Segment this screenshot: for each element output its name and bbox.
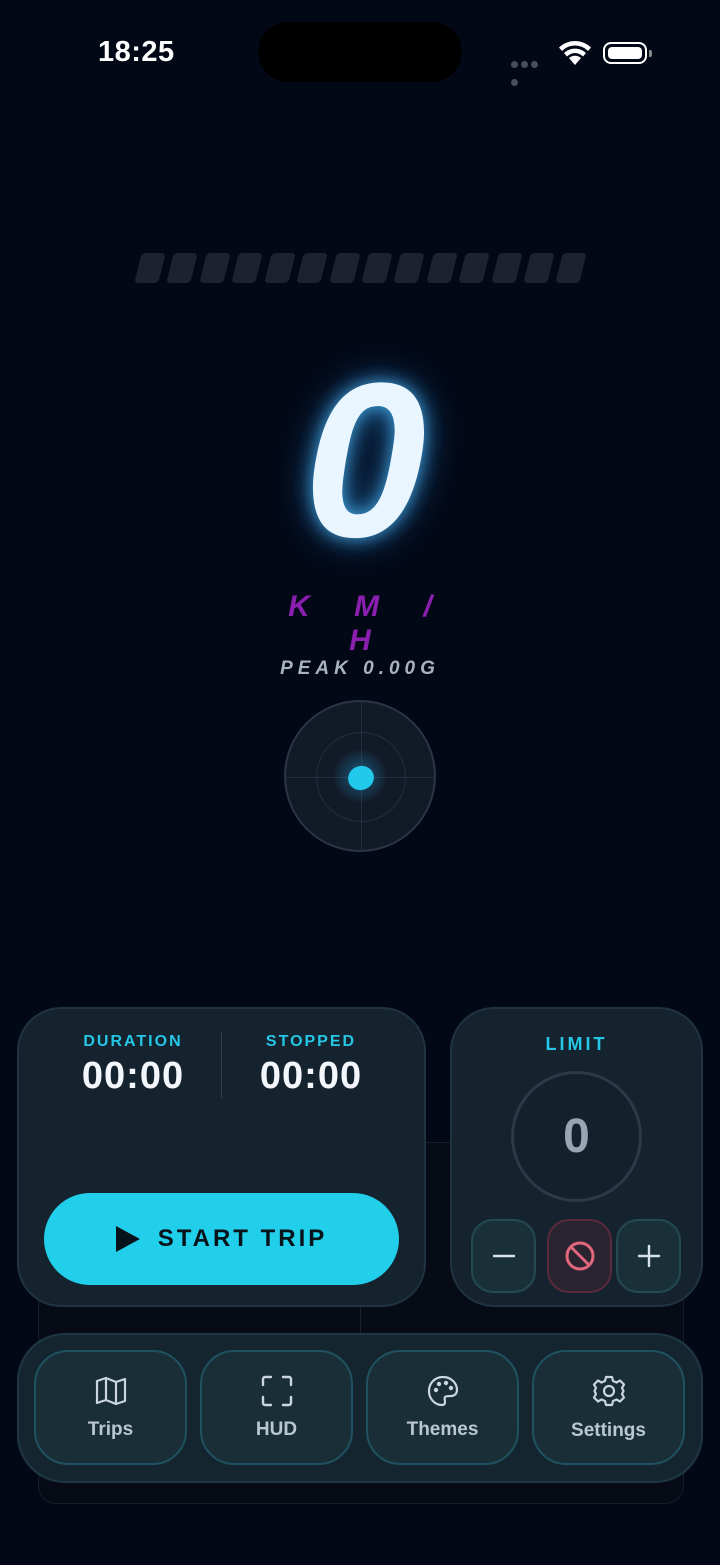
prohibited-icon bbox=[565, 1241, 594, 1271]
speed-segment bbox=[393, 253, 426, 283]
limit-dial[interactable]: 0 bbox=[511, 1071, 642, 1202]
speed-segment bbox=[490, 253, 523, 283]
start-trip-button[interactable]: START TRIP bbox=[44, 1193, 399, 1285]
tab-label: HUD bbox=[255, 1418, 298, 1440]
gear-icon bbox=[592, 1375, 625, 1406]
stopped-label: STOPPED bbox=[265, 1033, 357, 1050]
limit-value: 0 bbox=[563, 1110, 590, 1163]
minus-icon bbox=[492, 1254, 515, 1258]
stopped-stat: STOPPED 00:00 bbox=[222, 1033, 400, 1098]
limit-increase-button[interactable] bbox=[616, 1219, 681, 1293]
start-trip-label: START TRIP bbox=[157, 1225, 328, 1252]
tab-label: Settings bbox=[571, 1419, 646, 1441]
dynamic-island bbox=[258, 22, 462, 82]
wifi-icon bbox=[558, 40, 592, 71]
speed-segment bbox=[458, 253, 491, 283]
map-icon bbox=[95, 1376, 126, 1405]
speed-segment bbox=[361, 253, 394, 283]
status-time: 18:25 bbox=[98, 36, 175, 68]
palette-icon bbox=[427, 1375, 458, 1406]
duration-value: 00:00 bbox=[81, 1055, 185, 1097]
speed-segment bbox=[555, 253, 588, 283]
speed-segment bbox=[328, 253, 361, 283]
stopped-value: 00:00 bbox=[259, 1055, 363, 1097]
speed-value: 0 bbox=[303, 337, 427, 583]
duration-stat: DURATION 00:00 bbox=[44, 1033, 222, 1098]
cellular-signal-icon bbox=[511, 55, 549, 86]
plus-icon bbox=[637, 1244, 660, 1268]
limit-decrease-button[interactable] bbox=[471, 1219, 536, 1293]
peak-g-readout: PEAK 0.00G bbox=[280, 658, 440, 679]
speed-segment bbox=[231, 253, 264, 283]
g-force-meter bbox=[284, 700, 436, 852]
speed-segment bbox=[523, 253, 556, 283]
speed-segment bbox=[263, 253, 296, 283]
limit-clear-button[interactable] bbox=[547, 1219, 612, 1293]
tab-themes[interactable]: Themes bbox=[366, 1350, 519, 1465]
tab-label: Themes bbox=[406, 1418, 479, 1440]
duration-label: DURATION bbox=[83, 1033, 183, 1050]
battery-icon bbox=[603, 42, 652, 64]
speed-segment bbox=[166, 253, 199, 283]
speed-segment bbox=[199, 253, 232, 283]
speed-unit: K M / H bbox=[288, 590, 450, 657]
play-icon bbox=[115, 1226, 140, 1252]
tab-settings[interactable]: Settings bbox=[532, 1350, 685, 1465]
tab-hud[interactable]: HUD bbox=[200, 1350, 353, 1465]
scan-frame-icon bbox=[261, 1375, 292, 1406]
tab-trips[interactable]: Trips bbox=[34, 1350, 187, 1465]
speed-segment bbox=[426, 253, 458, 283]
tab-label: Trips bbox=[87, 1418, 134, 1440]
speed-segment bbox=[296, 253, 329, 283]
speed-segment-bar bbox=[134, 253, 588, 283]
limit-label: LIMIT bbox=[545, 1034, 608, 1054]
speed-segment bbox=[134, 253, 167, 283]
